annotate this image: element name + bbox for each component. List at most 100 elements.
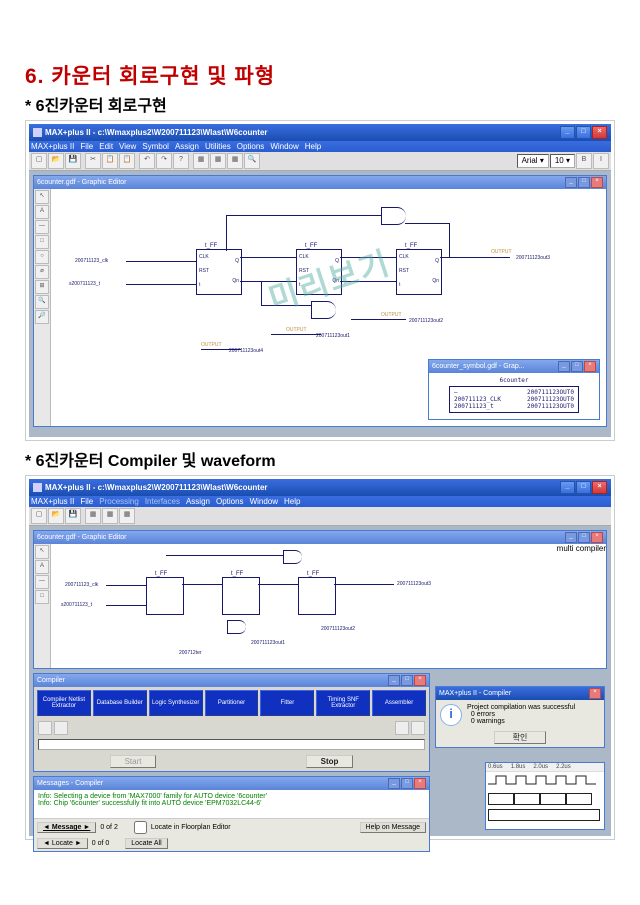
menu-symbol[interactable]: Symbol: [142, 142, 169, 151]
minimize-button[interactable]: _: [560, 126, 575, 139]
stage-logic[interactable]: Logic Synthesizer: [149, 690, 203, 716]
menu-edit[interactable]: Edit: [99, 142, 113, 151]
tool-new-icon[interactable]: ▢: [31, 153, 47, 169]
locate-all-button[interactable]: Locate All: [125, 838, 167, 849]
editor-min-button[interactable]: _: [565, 177, 577, 188]
dialog-close-button[interactable]: ×: [589, 688, 601, 699]
stage-partitioner[interactable]: Partitioner: [205, 690, 259, 716]
menu-view[interactable]: View: [119, 142, 136, 151]
palette-line2-icon[interactable]: ⌀: [35, 265, 49, 279]
maximize-button-2[interactable]: □: [576, 481, 591, 494]
tool-copy-icon[interactable]: 📋: [102, 153, 118, 169]
menu-window[interactable]: Window: [270, 142, 298, 151]
tool-redo-icon[interactable]: ↷: [156, 153, 172, 169]
messages-close-button[interactable]: ×: [414, 778, 426, 789]
menu-file[interactable]: File: [80, 142, 93, 151]
menu2-processing[interactable]: Processing: [99, 497, 139, 506]
symbol-max-button[interactable]: □: [571, 361, 583, 372]
editor2-min-button[interactable]: _: [565, 532, 577, 543]
menu2-maxplus[interactable]: MAX+plus II: [31, 497, 74, 506]
stage-netlist[interactable]: Compiler Netlist Extractor: [37, 690, 91, 716]
tool-undo-icon[interactable]: ↶: [139, 153, 155, 169]
tool-a-icon[interactable]: ▦: [193, 153, 209, 169]
tool-zoom-icon[interactable]: 🔍: [244, 153, 260, 169]
close-button[interactable]: ×: [592, 126, 607, 139]
maximize-button[interactable]: □: [576, 126, 591, 139]
editor-max-button[interactable]: □: [578, 177, 590, 188]
compiler-min-button[interactable]: _: [388, 675, 400, 686]
waveform-body[interactable]: [486, 772, 604, 820]
palette-grid-icon[interactable]: ⊞: [35, 280, 49, 294]
tool-bold-icon[interactable]: B: [576, 153, 592, 169]
dialog-ok-button[interactable]: 확인: [494, 731, 547, 744]
menu2-help[interactable]: Help: [284, 497, 300, 506]
palette-select-icon[interactable]: ↖: [35, 190, 49, 204]
stage-database[interactable]: Database Builder: [93, 690, 147, 716]
menu2-interfaces[interactable]: Interfaces: [145, 497, 180, 506]
tool2-b-icon[interactable]: ▦: [102, 508, 118, 524]
messages-min-button[interactable]: _: [388, 778, 400, 789]
net-clk: 200711123_clk: [75, 258, 108, 264]
pal2-4-icon[interactable]: □: [35, 590, 49, 604]
menu-help[interactable]: Help: [305, 142, 321, 151]
symbol-min-button[interactable]: _: [558, 361, 570, 372]
messages-max-button[interactable]: □: [401, 778, 413, 789]
menu2-window[interactable]: Window: [250, 497, 278, 506]
font-name-select[interactable]: Arial ▾: [517, 154, 549, 168]
stage-assembler[interactable]: Assembler: [372, 690, 426, 716]
compiler-close-button[interactable]: ×: [414, 675, 426, 686]
palette-circle-icon[interactable]: ○: [35, 250, 49, 264]
message-nav-button[interactable]: ◄ Message ►: [37, 822, 96, 833]
pal2-3-icon[interactable]: —: [35, 575, 49, 589]
menu-maxplus[interactable]: MAX+plus II: [31, 142, 74, 151]
tool2-c-icon[interactable]: ▦: [119, 508, 135, 524]
symbol-close-button[interactable]: ×: [584, 361, 596, 372]
palette-zoomout-icon[interactable]: 🔎: [35, 310, 49, 324]
compiler-start-button[interactable]: Start: [110, 755, 157, 768]
tool-cut-icon[interactable]: ✂: [85, 153, 101, 169]
menu2-options[interactable]: Options: [216, 497, 244, 506]
tool2-a-icon[interactable]: ▦: [85, 508, 101, 524]
tool2-save-icon[interactable]: 💾: [65, 508, 81, 524]
stage-fitter[interactable]: Fitter: [260, 690, 314, 716]
message-line-2: Info: Chip '6counter' successfully fit i…: [38, 800, 425, 807]
palette-rect-icon[interactable]: □: [35, 235, 49, 249]
locate-floorplan-check[interactable]: [134, 821, 147, 834]
editor2-close-button[interactable]: ×: [591, 532, 603, 543]
tool-italic-icon[interactable]: I: [593, 153, 609, 169]
app-title: MAX+plus II - c:\Wmaxplus2\W200711123\Wl…: [45, 128, 268, 137]
schematic-canvas[interactable]: 200711123_clk s200711123_t t_FF CLK RST …: [51, 189, 606, 426]
tool-save-icon[interactable]: 💾: [65, 153, 81, 169]
compiler-max-button[interactable]: □: [401, 675, 413, 686]
tool-open-icon[interactable]: 📂: [48, 153, 64, 169]
canvas-2[interactable]: 200711123_clk s200711123_t t_FF t_FF: [51, 544, 557, 668]
pal2-2-icon[interactable]: A: [35, 560, 49, 574]
editor2-max-button[interactable]: □: [578, 532, 590, 543]
editor-close-button[interactable]: ×: [591, 177, 603, 188]
pal2-1-icon[interactable]: ↖: [35, 545, 49, 559]
palette-line-icon[interactable]: —: [35, 220, 49, 234]
menu-utilities[interactable]: Utilities: [205, 142, 231, 151]
help-on-message-button[interactable]: Help on Message: [360, 822, 426, 833]
minimize-button-2[interactable]: _: [560, 481, 575, 494]
compiler-stop-button[interactable]: Stop: [306, 755, 354, 768]
stage-timing[interactable]: Timing SNF Extractor: [316, 690, 370, 716]
tool-help-icon[interactable]: ?: [173, 153, 189, 169]
menu2-assign[interactable]: Assign: [186, 497, 210, 506]
menu-options[interactable]: Options: [237, 142, 265, 151]
menu-assign[interactable]: Assign: [175, 142, 199, 151]
palette-zoomin-icon[interactable]: 🔍: [35, 295, 49, 309]
ff2-2: t_FF: [222, 577, 260, 615]
tool-b-icon[interactable]: ▦: [210, 153, 226, 169]
subheading-1: * 6진카운터 회로구현: [25, 92, 615, 116]
palette-text-icon[interactable]: A: [35, 205, 49, 219]
close-button-2[interactable]: ×: [592, 481, 607, 494]
font-size-select[interactable]: 10 ▾: [550, 154, 575, 168]
tool-paste-icon[interactable]: 📋: [119, 153, 135, 169]
tool2-open-icon[interactable]: 📂: [48, 508, 64, 524]
menu2-file[interactable]: File: [80, 497, 93, 506]
message-count: 0 of 2: [100, 824, 118, 831]
locate-nav-button[interactable]: ◄ Locate ►: [37, 838, 88, 849]
tool2-new-icon[interactable]: ▢: [31, 508, 47, 524]
tool-c-icon[interactable]: ▦: [227, 153, 243, 169]
